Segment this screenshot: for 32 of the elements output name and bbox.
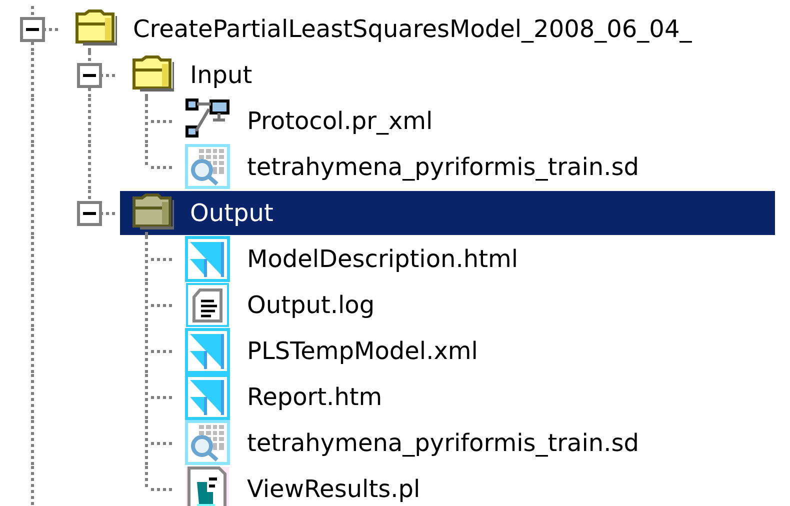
document-icon: [185, 328, 231, 374]
item-label: tetrahymena_pyriformis_train.sd: [247, 153, 639, 181]
magnifier-grid-icon: [185, 420, 231, 466]
magnifier-grid-icon: [185, 144, 231, 190]
collapse-button[interactable]: [77, 63, 102, 88]
tree-item[interactable]: Output.log: [177, 283, 775, 327]
tree-item[interactable]: CreatePartialLeastSquaresModel_2008_06_04_: [63, 7, 775, 51]
item-label: PLSTempModel.xml: [247, 337, 478, 365]
item-label: Protocol.pr_xml: [247, 107, 433, 135]
tree-item[interactable]: Report.htm: [177, 375, 775, 419]
document-icon: [185, 282, 231, 328]
tree-item[interactable]: tetrahymena_pyriformis_train.sd: [177, 145, 775, 189]
collapse-button[interactable]: [77, 201, 102, 226]
item-label: Input: [190, 61, 252, 89]
item-label: ModelDescription.html: [247, 245, 518, 273]
item-label: ViewResults.pl: [247, 475, 420, 503]
tree-item[interactable]: Protocol.pr_xml: [177, 99, 775, 143]
collapse-button[interactable]: [20, 17, 45, 42]
tree-item[interactable]: Output: [120, 191, 775, 235]
item-label: CreatePartialLeastSquaresModel_2008_06_04_: [133, 15, 692, 43]
tree-item[interactable]: ViewResults.pl: [177, 467, 775, 506]
document-icon: [185, 374, 231, 420]
item-label: Output.log: [247, 291, 375, 319]
item-label: Output: [190, 199, 274, 227]
script-icon: [185, 466, 231, 506]
document-icon: [185, 236, 231, 282]
tree-item[interactable]: PLSTempModel.xml: [177, 329, 775, 373]
tree-item[interactable]: Input: [120, 53, 775, 97]
item-label: tetrahymena_pyriformis_train.sd: [247, 429, 639, 457]
item-label: Report.htm: [247, 383, 382, 411]
tree-item[interactable]: ModelDescription.html: [177, 237, 775, 281]
tree-item[interactable]: tetrahymena_pyriformis_train.sd: [177, 421, 775, 465]
